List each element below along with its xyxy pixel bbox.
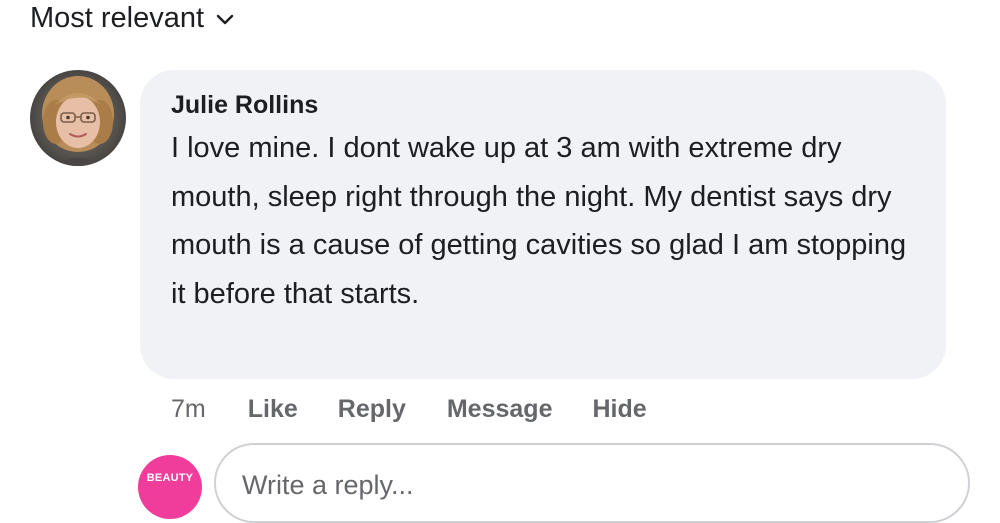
chevron-down-icon [216,14,234,25]
comment-actions: 7m Like Reply Message Hide [171,391,647,427]
reply-field[interactable] [214,443,970,523]
comment-text: I love mine. I dont wake up at 3 am with… [171,132,907,310]
avatar[interactable] [30,70,126,166]
comment-bubble: Julie Rollins I love mine. I dont wake u… [140,70,946,379]
sort-label: Most relevant [30,1,205,34]
sort-dropdown[interactable]: Most relevant [30,0,234,36]
reply-input[interactable] [242,465,922,505]
reply-avatar-logo-text: BEAUTY [146,472,194,484]
reply-avatar: BEAUTY [138,455,202,519]
hide-button[interactable]: Hide [592,395,646,424]
comment-author[interactable]: Julie Rollins [171,88,922,122]
user-photo [30,70,126,166]
like-button[interactable]: Like [248,395,298,424]
reply-button[interactable]: Reply [338,395,406,424]
message-button[interactable]: Message [447,395,553,424]
comment-timestamp[interactable]: 7m [171,395,206,424]
